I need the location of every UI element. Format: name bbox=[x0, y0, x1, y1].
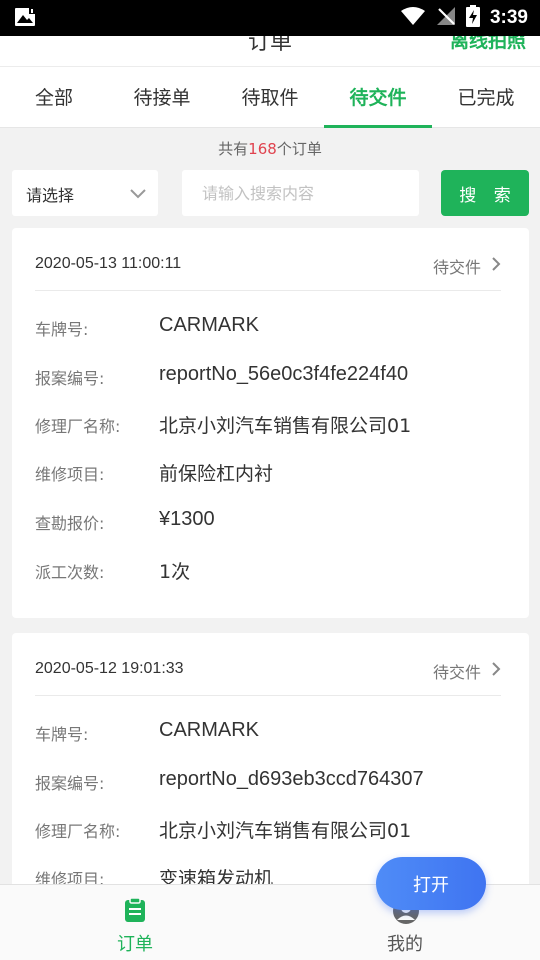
field-label: 派工次数: bbox=[35, 563, 105, 582]
field-value: CARMARK bbox=[159, 719, 260, 741]
wifi-icon bbox=[400, 6, 426, 30]
field-value: reportNo_d693eb3ccd764307 bbox=[159, 768, 424, 790]
field-value: 前保险杠内衬 bbox=[159, 463, 274, 485]
order-card[interactable]: 2020-05-13 11:00:11 待交件 车牌号: CARMARK 报案编… bbox=[12, 228, 529, 618]
field-label: 车牌号: bbox=[35, 320, 89, 339]
app-header: 订单 离线拍照 bbox=[0, 36, 540, 66]
order-card-header: 2020-05-13 11:00:11 待交件 bbox=[12, 228, 529, 291]
order-count: 168 bbox=[248, 140, 277, 158]
signal-off-icon bbox=[436, 6, 456, 30]
image-notification-icon bbox=[14, 7, 38, 29]
field-value: reportNo_56e0c3f4fe224f40 bbox=[159, 363, 409, 385]
order-icon bbox=[122, 897, 148, 923]
order-field-quote: 查勘报价: ¥1300 bbox=[35, 508, 505, 538]
order-field-repair-item: 维修项目: 前保险杠内衬 bbox=[35, 461, 505, 489]
tab-pending-accept[interactable]: 待接单 bbox=[108, 67, 216, 129]
status-time: 3:39 bbox=[489, 7, 528, 28]
order-card-header: 2020-05-12 19:01:33 待交件 bbox=[12, 633, 529, 696]
status-bar: 3:39 bbox=[0, 0, 540, 36]
field-label: 修理厂名称: bbox=[35, 417, 121, 436]
nav-label: 订单 bbox=[117, 934, 153, 955]
nav-label: 我的 bbox=[387, 934, 423, 955]
tab-all[interactable]: 全部 bbox=[0, 67, 108, 129]
tab-pending-delivery[interactable]: 待交件 bbox=[324, 67, 432, 129]
nav-item-orders[interactable]: 订单 bbox=[0, 885, 270, 960]
field-label: 查勘报价: bbox=[35, 514, 105, 533]
order-count-summary: 共有168个订单 bbox=[0, 138, 540, 159]
tab-completed[interactable]: 已完成 bbox=[432, 67, 540, 129]
order-status[interactable]: 待交件 bbox=[433, 659, 501, 683]
order-field-dispatch-count: 派工次数: 1次 bbox=[35, 559, 505, 587]
count-prefix: 共有 bbox=[218, 140, 249, 158]
field-value: ¥1300 bbox=[159, 508, 215, 530]
field-label: 车牌号: bbox=[35, 725, 89, 744]
open-button[interactable]: 打开 bbox=[376, 857, 486, 910]
field-value: CARMARK bbox=[159, 314, 260, 336]
field-label: 维修项目: bbox=[35, 465, 105, 484]
order-tabs: 全部 待接单 待取件 待交件 已完成 bbox=[0, 66, 540, 128]
search-button[interactable]: 搜 索 bbox=[441, 170, 529, 216]
order-status[interactable]: 待交件 bbox=[433, 254, 501, 278]
filter-select[interactable]: 请选择 bbox=[12, 170, 158, 216]
order-time: 2020-05-12 19:01:33 bbox=[35, 660, 184, 677]
order-status-label: 待交件 bbox=[432, 663, 481, 682]
field-value: 1次 bbox=[159, 561, 191, 583]
battery-charging-icon bbox=[465, 5, 480, 31]
filter-select-label: 请选择 bbox=[26, 186, 75, 205]
divider bbox=[35, 290, 501, 291]
order-time: 2020-05-13 11:00:11 bbox=[35, 255, 182, 272]
field-label: 报案编号: bbox=[35, 774, 105, 793]
order-field-shop: 修理厂名称: 北京小刘汽车销售有限公司01 bbox=[35, 413, 505, 441]
field-value: 北京小刘汽车销售有限公司01 bbox=[159, 820, 412, 842]
search-input[interactable] bbox=[182, 170, 419, 216]
chevron-right-icon bbox=[491, 256, 501, 276]
order-field-plate: 车牌号: CARMARK bbox=[35, 719, 505, 749]
chevron-right-icon bbox=[491, 661, 501, 681]
count-suffix: 个订单 bbox=[276, 140, 322, 158]
order-field-plate: 车牌号: CARMARK bbox=[35, 314, 505, 344]
active-tab-indicator bbox=[324, 125, 432, 128]
order-field-shop: 修理厂名称: 北京小刘汽车销售有限公司01 bbox=[35, 818, 505, 846]
chevron-down-icon bbox=[128, 184, 148, 202]
field-label: 报案编号: bbox=[35, 369, 105, 388]
offline-photo-button[interactable]: 离线拍照 bbox=[450, 36, 526, 53]
order-field-report-no: 报案编号: reportNo_56e0c3f4fe224f40 bbox=[35, 363, 505, 393]
field-label: 修理厂名称: bbox=[35, 822, 121, 841]
divider bbox=[35, 695, 501, 696]
order-field-report-no: 报案编号: reportNo_d693eb3ccd764307 bbox=[35, 768, 505, 798]
order-status-label: 待交件 bbox=[432, 258, 481, 277]
tab-pending-pickup[interactable]: 待取件 bbox=[216, 67, 324, 129]
field-value: 北京小刘汽车销售有限公司01 bbox=[159, 415, 412, 437]
